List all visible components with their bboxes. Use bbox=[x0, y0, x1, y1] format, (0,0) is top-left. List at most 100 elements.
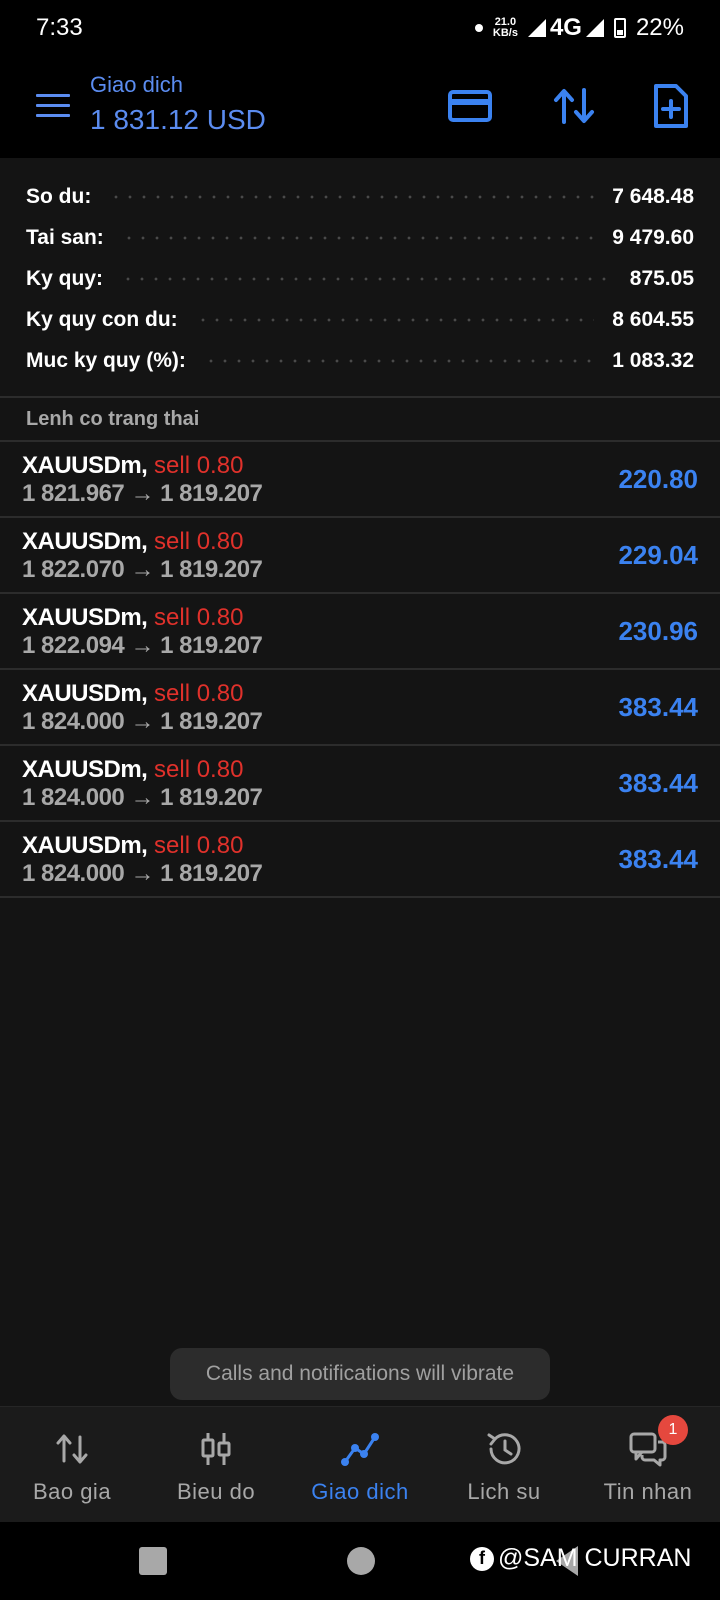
signal-group: 4G bbox=[527, 14, 604, 42]
status-time: 7:33 bbox=[36, 14, 83, 41]
nav-label: Giao dich bbox=[311, 1479, 409, 1504]
new-order-icon[interactable] bbox=[646, 82, 694, 130]
position-prices: 1 824.000 → 1 819.207 bbox=[22, 784, 263, 812]
speed-unit: KB/s bbox=[492, 27, 518, 39]
wifi-signal-icon bbox=[527, 19, 546, 37]
position-title: XAUUSDm, sell 0.80 bbox=[22, 756, 243, 784]
position-profit: 383.44 bbox=[618, 768, 698, 798]
dot-leader bbox=[109, 193, 595, 200]
position-profit: 230.96 bbox=[618, 616, 698, 646]
watermark: f @SAM CURRAN bbox=[470, 1544, 691, 1573]
section-header: Lenh co trang thai bbox=[0, 396, 720, 442]
current-price: 1 819.207 bbox=[160, 708, 263, 735]
cell-signal-icon bbox=[585, 19, 604, 37]
summary-value: 8 604.55 bbox=[612, 307, 694, 331]
summary-row-margin: Ky quy: 875.05 bbox=[0, 258, 720, 299]
current-price: 1 819.207 bbox=[160, 632, 263, 659]
sort-arrows-icon[interactable] bbox=[550, 82, 598, 130]
position-symbol: XAUUSDm, bbox=[22, 680, 148, 707]
position-type: sell 0.80 bbox=[154, 680, 244, 707]
notification-dot-icon bbox=[474, 24, 483, 32]
summary-label: Tai san: bbox=[26, 225, 104, 249]
nav-item-trade[interactable]: Giao dich bbox=[288, 1407, 432, 1522]
position-title: XAUUSDm, sell 0.80 bbox=[22, 680, 243, 708]
summary-row-balance: So du: 7 648.48 bbox=[0, 176, 720, 217]
nav-item-messages[interactable]: Tin nhan 1 bbox=[576, 1407, 720, 1522]
card-icon[interactable] bbox=[446, 82, 494, 130]
position-title: XAUUSDm, sell 0.80 bbox=[22, 452, 243, 480]
position-type: sell 0.80 bbox=[154, 832, 244, 859]
dot-leader bbox=[121, 275, 612, 282]
facebook-icon: f bbox=[470, 1546, 494, 1571]
position-symbol: XAUUSDm, bbox=[22, 452, 148, 479]
summary-value: 9 479.60 bbox=[612, 225, 694, 249]
position-prices: 1 824.000 → 1 819.207 bbox=[22, 708, 263, 736]
position-row[interactable]: XAUUSDm, sell 0.80 1 822.094 → 1 819.207… bbox=[0, 594, 720, 670]
account-summary: So du: 7 648.48 Tai san: 9 479.60 Ky quy… bbox=[0, 158, 720, 396]
position-symbol: XAUUSDm, bbox=[22, 832, 148, 859]
position-type: sell 0.80 bbox=[154, 756, 244, 783]
current-price: 1 819.207 bbox=[160, 556, 263, 583]
position-prices: 1 822.070 → 1 819.207 bbox=[22, 556, 263, 584]
summary-row-free-margin: Ky quy con du: 8 604.55 bbox=[0, 299, 720, 340]
nav-item-history[interactable]: Lich su bbox=[432, 1407, 576, 1522]
position-prices: 1 824.000 → 1 819.207 bbox=[22, 860, 263, 888]
nav-label: Bieu do bbox=[176, 1479, 256, 1504]
toast-message: Calls and notifications will vibrate bbox=[170, 1348, 550, 1400]
summary-row-equity: Tai san: 9 479.60 bbox=[0, 217, 720, 258]
open-price: 1 822.094 bbox=[22, 632, 125, 659]
battery-icon bbox=[613, 18, 626, 38]
position-symbol: XAUUSDm, bbox=[22, 528, 148, 555]
summary-row-margin-level: Muc ky quy (%): 1 083.32 bbox=[0, 340, 720, 381]
open-price: 1 822.070 bbox=[22, 556, 125, 583]
nav-item-chart[interactable]: Bieu do bbox=[144, 1407, 288, 1522]
position-title: XAUUSDm, sell 0.80 bbox=[22, 832, 243, 860]
home-button[interactable] bbox=[347, 1547, 375, 1575]
position-row[interactable]: XAUUSDm, sell 0.80 1 824.000 → 1 819.207… bbox=[0, 746, 720, 822]
summary-value: 7 648.48 bbox=[612, 184, 694, 208]
position-prices: 1 822.094 → 1 819.207 bbox=[22, 632, 263, 660]
position-profit: 383.44 bbox=[618, 692, 698, 722]
page-title: Giao dich bbox=[90, 72, 183, 97]
position-row[interactable]: XAUUSDm, sell 0.80 1 824.000 → 1 819.207… bbox=[0, 822, 720, 898]
position-row[interactable]: XAUUSDm, sell 0.80 1 821.967 → 1 819.207… bbox=[0, 442, 720, 518]
position-type: sell 0.80 bbox=[154, 528, 244, 555]
header-balance: 1 831.12 USD bbox=[90, 104, 266, 135]
summary-value: 875.05 bbox=[629, 266, 694, 290]
summary-label: Ky quy con du: bbox=[26, 307, 178, 331]
position-profit: 220.80 bbox=[618, 464, 698, 494]
arrow-right-icon: → bbox=[130, 632, 154, 659]
position-profit: 229.04 bbox=[618, 540, 698, 570]
recents-button[interactable] bbox=[139, 1547, 167, 1575]
summary-label: So du: bbox=[26, 184, 92, 208]
summary-label: Muc ky quy (%): bbox=[26, 348, 186, 372]
open-price: 1 824.000 bbox=[22, 860, 125, 887]
dot-leader bbox=[121, 234, 595, 241]
nav-label: Bao gia bbox=[32, 1479, 112, 1504]
app-header: Giao dich 1 831.12 USD bbox=[0, 56, 720, 158]
open-price: 1 824.000 bbox=[22, 784, 125, 811]
trade-line-icon bbox=[341, 1433, 379, 1466]
nav-label: Lich su bbox=[467, 1479, 541, 1504]
open-price: 1 821.967 bbox=[22, 480, 125, 507]
nav-item-quotes[interactable]: Bao gia bbox=[0, 1407, 144, 1522]
arrow-right-icon: → bbox=[130, 480, 154, 507]
menu-icon[interactable] bbox=[36, 94, 70, 120]
network-speed: 21.0 KB/s bbox=[493, 17, 518, 39]
current-price: 1 819.207 bbox=[160, 860, 263, 887]
position-type: sell 0.80 bbox=[154, 452, 244, 479]
position-row[interactable]: XAUUSDm, sell 0.80 1 822.070 → 1 819.207… bbox=[0, 518, 720, 594]
system-nav-bar: f @SAM CURRAN bbox=[0, 1522, 720, 1600]
position-title: XAUUSDm, sell 0.80 bbox=[22, 604, 243, 632]
position-symbol: XAUUSDm, bbox=[22, 756, 148, 783]
summary-label: Ky quy: bbox=[26, 266, 104, 290]
arrow-right-icon: → bbox=[130, 860, 154, 887]
summary-value: 1 083.32 bbox=[612, 348, 694, 372]
position-type: sell 0.80 bbox=[154, 604, 244, 631]
title-block: Giao dich 1 831.12 USD bbox=[90, 72, 266, 136]
position-row[interactable]: XAUUSDm, sell 0.80 1 824.000 → 1 819.207… bbox=[0, 670, 720, 746]
position-symbol: XAUUSDm, bbox=[22, 604, 148, 631]
position-profit: 383.44 bbox=[618, 844, 698, 874]
network-type: 4G bbox=[549, 14, 582, 41]
status-right: 21.0 KB/s 4G 22% bbox=[474, 14, 684, 42]
